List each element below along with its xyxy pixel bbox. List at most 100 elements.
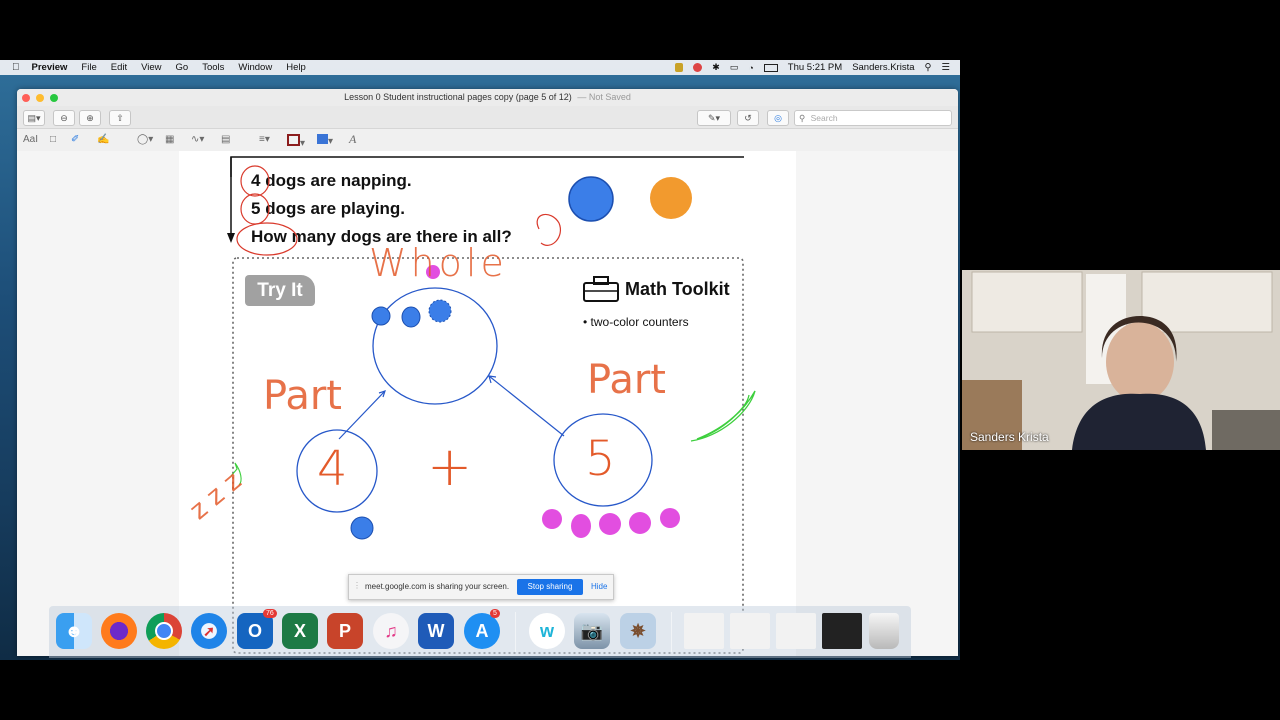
menu-view[interactable]: View (141, 62, 161, 73)
ink-circle-5 (240, 193, 270, 225)
magenta-counter-right-3 (599, 513, 621, 535)
border-color-icon[interactable]: ▾ (287, 134, 305, 149)
window-title-status: — Not Saved (577, 92, 631, 102)
powerpoint-icon[interactable]: P (327, 613, 363, 649)
zoom-out-button[interactable]: ⊖ (53, 110, 75, 126)
magenta-counter-right-1 (542, 509, 562, 529)
notes-icon[interactable]: ▤ (221, 134, 230, 145)
chrome-icon[interactable] (146, 613, 182, 649)
webcam-tile[interactable]: Sanders Krista (962, 270, 1280, 450)
text-selection-tool[interactable]: AaI (23, 134, 38, 145)
word-icon[interactable]: W (418, 613, 454, 649)
wifi-icon[interactable]: ◔ (748, 63, 753, 73)
chrome-status-icon[interactable] (693, 63, 703, 72)
magenta-counter-right-2 (571, 514, 591, 538)
menu-edit[interactable]: Edit (111, 62, 127, 73)
trash-icon[interactable] (869, 613, 899, 649)
ink-whole-label: Whole (369, 241, 508, 285)
ink-number-5: 5 (585, 431, 616, 487)
drag-handle-icon[interactable]: ⋮ (353, 581, 361, 590)
migration-assistant-icon[interactable]: ✵ (620, 613, 656, 649)
finder-icon[interactable]: ☻ (56, 613, 92, 649)
markup-toolbar-button[interactable]: ◎ (767, 110, 789, 126)
zoom-window-button[interactable] (50, 94, 58, 102)
minimized-window-1[interactable] (684, 613, 724, 649)
ink-part-left-label: Part (263, 373, 342, 419)
itunes-icon[interactable]: ♫ (373, 613, 409, 649)
ink-arrow-right (488, 375, 565, 437)
markup-pen-button[interactable]: ✎▾ (697, 110, 731, 126)
zoom-in-button[interactable]: ⊕ (79, 110, 101, 126)
excel-icon[interactable]: X (282, 613, 318, 649)
menubar-user[interactable]: Sanders.Krista (852, 62, 914, 73)
magenta-counter-right-5 (660, 508, 680, 528)
minimize-window-button[interactable] (36, 94, 44, 102)
ink-number-4: 4 (317, 441, 348, 497)
webcam-video (962, 270, 1280, 450)
preview-icon[interactable]: 📷 (574, 613, 610, 649)
bluetooth-icon[interactable]: ✱ (712, 62, 720, 73)
outlook-icon[interactable]: O (237, 613, 273, 649)
dock-separator-2 (671, 612, 672, 652)
search-icon: ⚲ (799, 113, 806, 123)
blue-counter-whole-selected (428, 299, 452, 323)
spotlight-search-icon[interactable]: ⚲ (925, 62, 932, 73)
apple-menu-icon[interactable]:  (12, 62, 20, 73)
safari-icon[interactable]: ➚ (191, 613, 227, 649)
ink-circle-4 (240, 165, 270, 197)
firefox-icon[interactable] (101, 613, 137, 649)
menu-help[interactable]: Help (286, 62, 306, 73)
sidebar-toggle-button[interactable]: ▤▾ (23, 110, 45, 126)
search-placeholder: Search (810, 113, 838, 123)
magenta-counter-right-4 (629, 512, 651, 534)
shield-icon[interactable] (675, 63, 684, 72)
screen-share-bar: ⋮ meet.google.com is sharing your screen… (348, 574, 614, 600)
minimized-window-4[interactable] (822, 613, 862, 649)
desktop-screen:  Preview File Edit View Go Tools Window… (0, 60, 960, 660)
ink-arrow-left (338, 390, 386, 440)
share-button[interactable]: ⇧ (109, 110, 131, 126)
notification-center-icon[interactable]: ☰ (941, 62, 950, 73)
shapes-icon[interactable]: ◯▾ (137, 134, 153, 145)
window-titlebar[interactable]: Lesson 0 Student instructional pages cop… (17, 89, 958, 106)
menu-window[interactable]: Window (238, 62, 272, 73)
markup-toolbar: AaI □ ✐ ✍ ◯▾ ▦ ∿▾ ▤ ≡▾ ▾ ▾ A (17, 129, 958, 152)
webex-icon[interactable]: w (529, 613, 565, 649)
outlook-badge: 76 (263, 609, 277, 618)
airplay-icon[interactable]: ▭ (730, 62, 739, 73)
battery-icon[interactable] (763, 63, 778, 72)
ink-circle-question (536, 213, 561, 246)
dock-separator-1 (515, 612, 516, 652)
text-style-icon[interactable]: A (349, 132, 356, 147)
sketch-icon[interactable]: ✍ (97, 134, 109, 145)
hide-share-bar-button[interactable]: Hide (591, 582, 607, 591)
minimized-window-3[interactable] (776, 613, 816, 649)
instant-alpha-icon[interactable]: ✐ (71, 134, 79, 145)
menu-go[interactable]: Go (176, 62, 189, 73)
ink-green-scribble-right (690, 390, 756, 442)
menu-tools[interactable]: Tools (202, 62, 224, 73)
blue-counter-whole-2 (401, 306, 421, 328)
menubar-clock[interactable]: Thu 5:21 PM (788, 62, 842, 73)
fill-color-icon[interactable]: ▾ (317, 134, 333, 147)
menu-app-name[interactable]: Preview (32, 62, 68, 73)
text-box-icon[interactable]: ▦ (165, 134, 174, 145)
app-store-badge: 5 (490, 609, 500, 618)
app-store-icon[interactable]: A (464, 613, 500, 649)
menu-file[interactable]: File (81, 62, 96, 73)
rotate-button[interactable]: ↺ (737, 110, 759, 126)
rectangular-selection-icon[interactable]: □ (50, 134, 56, 145)
search-field[interactable]: ⚲ Search (794, 110, 952, 126)
minimized-window-2[interactable] (730, 613, 770, 649)
dock: ☻ ➚ O 76 X P ♫ W A 5 w 📷 ✵ (49, 606, 911, 658)
shape-style-icon[interactable]: ≡▾ (259, 134, 270, 145)
menu-bar:  Preview File Edit View Go Tools Window… (0, 60, 960, 75)
blue-counter-left (350, 516, 374, 540)
share-message: meet.google.com is sharing your screen. (365, 582, 510, 591)
ink-part-right-label: Part (587, 357, 666, 403)
close-window-button[interactable] (22, 94, 30, 102)
ink-circle-how (236, 222, 298, 256)
stop-sharing-button[interactable]: Stop sharing (517, 579, 583, 595)
sign-icon[interactable]: ∿▾ (191, 134, 204, 145)
preview-window: Lesson 0 Student instructional pages cop… (17, 89, 958, 656)
